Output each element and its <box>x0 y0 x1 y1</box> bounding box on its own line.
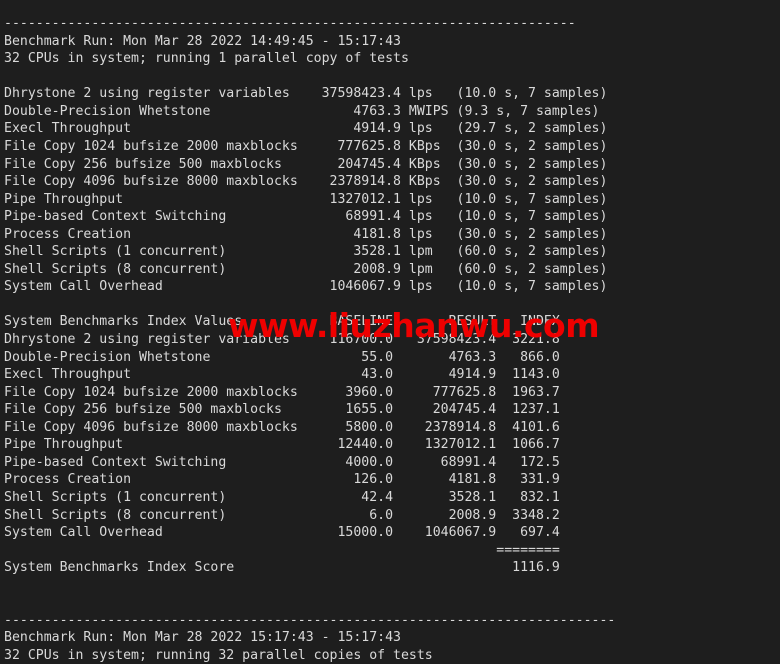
terminal-output: ----------------------------------------… <box>0 13 780 663</box>
